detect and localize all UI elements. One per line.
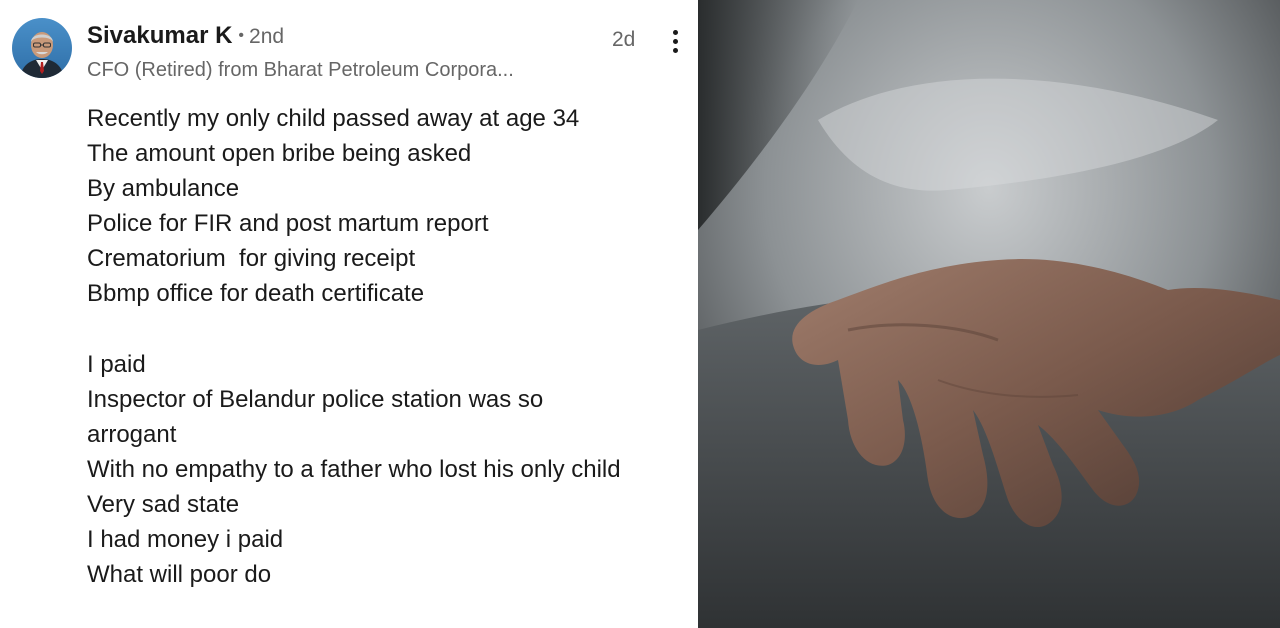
post-text-line: arrogant: [87, 420, 177, 448]
post-text-line: By ambulance: [87, 175, 240, 203]
post-text-line: Inspector of Belandur police station was…: [87, 385, 544, 413]
post-text-line: I paid: [87, 350, 146, 378]
post-timestamp: 2d: [612, 28, 636, 51]
post-text-line: Bbmp office for death certificate: [87, 280, 425, 308]
post-card: Sivakumar K • 2nd CFO (Retired) from Bha…: [0, 0, 698, 628]
post-text-line: I had money i paid: [87, 526, 284, 554]
post-text-line: Crematorium for giving receipt: [87, 245, 416, 273]
author-line: Sivakumar K • 2nd: [87, 22, 284, 58]
connection-degree: 2nd: [249, 25, 285, 48]
post-photo: [698, 0, 1280, 628]
post-text-line: [87, 312, 687, 347]
post-body: Recently my only child passed away at ag…: [87, 101, 687, 592]
post-text-line: Recently my only child passed away at ag…: [87, 105, 580, 132]
vertical-ellipsis-icon: [672, 29, 678, 35]
post-text-line: The amount open bribe being asked: [87, 140, 472, 168]
degree-separator: •: [238, 27, 245, 44]
post-text-line: With no empathy to a father who lost his…: [87, 455, 621, 483]
more-options-button[interactable]: [662, 24, 688, 58]
author-name[interactable]: Sivakumar K: [87, 22, 232, 50]
avatar[interactable]: [12, 18, 72, 78]
post-text-line: What will poor do: [87, 561, 272, 589]
post-text-line: Police for FIR and post martum report: [87, 210, 489, 238]
post-text-line: Very sad state: [87, 491, 240, 519]
person-avatar-icon: [12, 18, 72, 78]
outstretched-hand-photo: [698, 0, 1280, 628]
author-headline: CFO (Retired) from Bharat Petroleum Corp…: [87, 59, 514, 81]
